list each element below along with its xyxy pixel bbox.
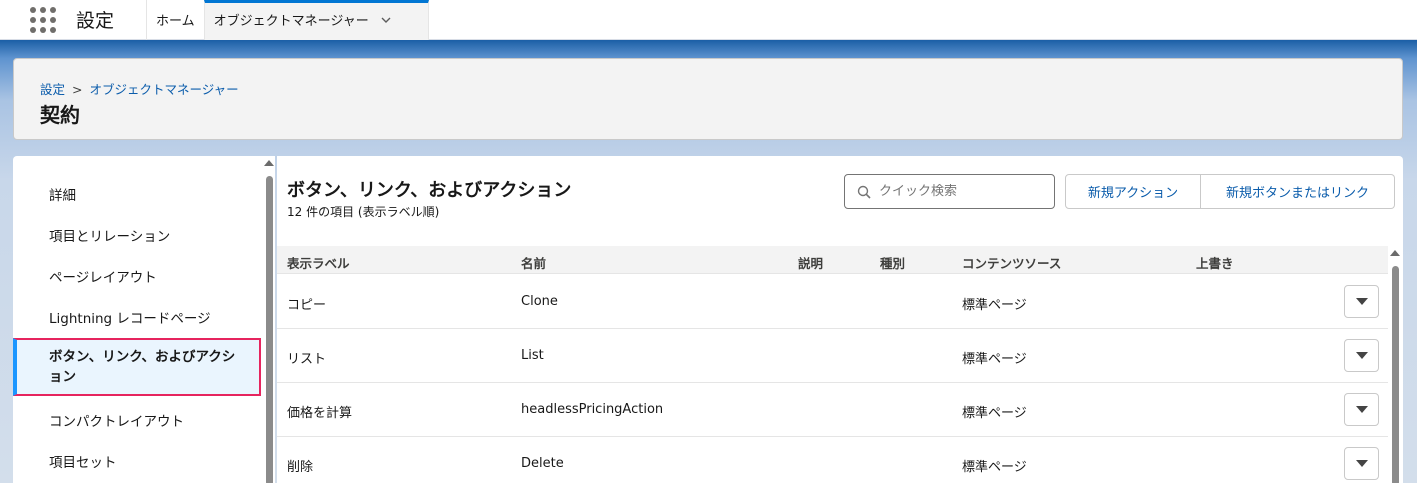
triangle-down-icon bbox=[1355, 406, 1368, 413]
page-title: 契約 bbox=[40, 103, 80, 127]
sidebar-item-page-layouts[interactable]: ページレイアウト bbox=[13, 260, 261, 292]
row-actions-menu-button[interactable] bbox=[1344, 393, 1379, 426]
cell-content-source: 標準ページ bbox=[962, 406, 1027, 421]
breadcrumb-separator: > bbox=[72, 82, 83, 97]
sidebar-item-label: ボタン、リンク、およびアクション bbox=[49, 349, 236, 385]
column-header-type[interactable]: 種別 bbox=[880, 253, 905, 272]
breadcrumb-setup-link[interactable]: 設定 bbox=[40, 82, 65, 97]
cell-content-source: 標準ページ bbox=[962, 460, 1027, 475]
sidebar-item-buttons-links-actions[interactable]: ボタン、リンク、およびアクション bbox=[13, 338, 261, 396]
scroll-up-arrow-icon[interactable] bbox=[264, 160, 274, 166]
new-button-or-link-button[interactable]: 新規ボタンまたはリンク bbox=[1201, 174, 1395, 209]
cell-label: リスト bbox=[287, 352, 327, 367]
table-row: コピー Clone 標準ページ bbox=[277, 275, 1388, 329]
table-header: 表示ラベル 名前 説明 種別 コンテンツソース 上書き bbox=[277, 246, 1388, 274]
action-button-group: 新規アクション 新規ボタンまたはリンク bbox=[1065, 174, 1395, 209]
column-header-content-source[interactable]: コンテンツソース bbox=[962, 253, 1061, 272]
quick-search-input[interactable] bbox=[879, 184, 1049, 199]
cell-label: 価格を計算 bbox=[287, 406, 353, 421]
column-header-name[interactable]: 名前 bbox=[521, 253, 546, 272]
app-name: 設定 bbox=[76, 10, 115, 32]
scrollbar-thumb[interactable] bbox=[1392, 266, 1399, 483]
sidebar-item-label: 詳細 bbox=[49, 188, 76, 204]
column-header-override[interactable]: 上書き bbox=[1196, 253, 1234, 272]
breadcrumb-object-manager-link[interactable]: オブジェクトマネージャー bbox=[89, 82, 238, 97]
sidebar-item-label: Lightning レコードページ bbox=[49, 311, 211, 327]
new-action-button[interactable]: 新規アクション bbox=[1065, 174, 1201, 209]
global-nav-bar: 設定 ホーム オブジェクトマネージャー bbox=[0, 0, 1417, 40]
section-title: ボタン、リンク、およびアクション bbox=[287, 180, 572, 201]
row-actions-menu-button[interactable] bbox=[1344, 447, 1379, 480]
sidebar-item-field-sets[interactable]: 項目セット bbox=[13, 445, 261, 477]
row-actions-menu-button[interactable] bbox=[1344, 285, 1379, 318]
scrollbar-thumb[interactable] bbox=[266, 176, 273, 483]
cell-name: List bbox=[521, 348, 544, 363]
tab-home[interactable]: ホーム bbox=[147, 0, 204, 40]
scroll-up-arrow-icon[interactable] bbox=[1390, 250, 1400, 256]
cell-name: Clone bbox=[521, 294, 558, 309]
cell-name: Delete bbox=[521, 456, 564, 471]
sidebar-item-details[interactable]: 詳細 bbox=[13, 178, 261, 210]
cell-name: headlessPricingAction bbox=[521, 402, 664, 417]
main-content: ボタン、リンク、およびアクション 12 件の項目 (表示ラベル順) 新規アクショ… bbox=[277, 156, 1403, 483]
sidebar-item-label: 項目セット bbox=[49, 455, 117, 471]
triangle-down-icon bbox=[1355, 298, 1368, 305]
sidebar-item-label: 項目とリレーション bbox=[49, 229, 171, 245]
tab-object-manager[interactable]: オブジェクトマネージャー bbox=[203, 0, 429, 40]
sidebar-item-lightning-record-pages[interactable]: Lightning レコードページ bbox=[13, 301, 261, 333]
sidebar-item-label: ページレイアウト bbox=[49, 270, 157, 286]
sidebar-scrollbar[interactable] bbox=[264, 156, 275, 483]
column-header-description[interactable]: 説明 bbox=[798, 253, 823, 272]
column-header-label[interactable]: 表示ラベル bbox=[287, 253, 350, 272]
cell-label: コピー bbox=[287, 298, 327, 313]
cell-content-source: 標準ページ bbox=[962, 298, 1027, 313]
object-sidebar: 詳細 項目とリレーション ページレイアウト Lightning レコードページ … bbox=[13, 156, 275, 483]
cell-label: 削除 bbox=[287, 460, 314, 475]
triangle-down-icon bbox=[1355, 460, 1368, 467]
sidebar-item-fields-relationships[interactable]: 項目とリレーション bbox=[13, 219, 261, 251]
row-actions-menu-button[interactable] bbox=[1344, 339, 1379, 372]
triangle-down-icon bbox=[1355, 352, 1368, 359]
tab-home-label: ホーム bbox=[156, 14, 195, 29]
app-launcher-waffle-icon[interactable] bbox=[30, 6, 56, 33]
quick-search[interactable] bbox=[844, 174, 1055, 209]
sidebar-item-label: コンパクトレイアウト bbox=[49, 414, 184, 430]
sidebar-item-compact-layouts[interactable]: コンパクトレイアウト bbox=[13, 404, 261, 436]
tab-object-manager-label: オブジェクトマネージャー bbox=[213, 14, 369, 29]
table-scrollbar[interactable] bbox=[1390, 248, 1401, 483]
item-count: 12 件の項目 (表示ラベル順) bbox=[287, 205, 440, 219]
table-row: 削除 Delete 標準ページ bbox=[277, 437, 1388, 483]
cell-content-source: 標準ページ bbox=[962, 352, 1027, 367]
search-icon bbox=[857, 185, 871, 199]
table-row: リスト List 標準ページ bbox=[277, 329, 1388, 383]
page-header: 設定 > オブジェクトマネージャー 契約 bbox=[13, 58, 1403, 140]
breadcrumb: 設定 > オブジェクトマネージャー bbox=[40, 79, 239, 98]
chevron-down-icon[interactable] bbox=[381, 15, 391, 25]
table-row: 価格を計算 headlessPricingAction 標準ページ bbox=[277, 383, 1388, 437]
